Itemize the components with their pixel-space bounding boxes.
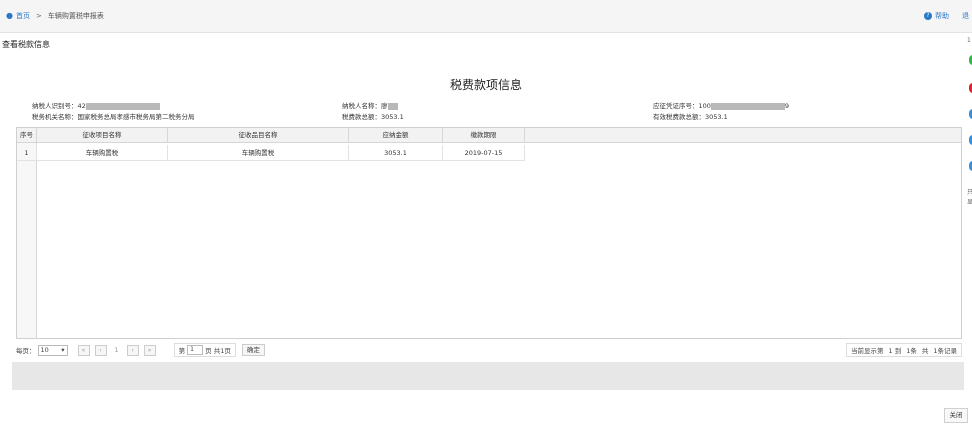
tax-total: 税费款总额：3053.1 bbox=[342, 111, 404, 121]
row-amount: 3053.1 bbox=[349, 145, 443, 161]
breadcrumb-current: 车辆购置税申报表 bbox=[47, 12, 104, 20]
side-char: 1 bbox=[967, 37, 971, 44]
column-header-deadline[interactable]: 缴款期限 bbox=[443, 128, 525, 143]
taxpayer-name-label: 纳税人名称： bbox=[342, 102, 381, 110]
top-bar: ● 首页 > 车辆购置税申报表 ? 帮助 退 bbox=[0, 0, 972, 33]
next-page-button[interactable]: › bbox=[126, 344, 139, 356]
pagination-bar: 每页： 10 ▾ « ‹ 1 › » 第 1 页 共1页 确定 当前显示第 1 … bbox=[16, 340, 962, 360]
voucher-no-suffix: 9 bbox=[784, 102, 790, 110]
page-prefix: 第 bbox=[178, 347, 186, 355]
tax-office-label: 税务机关名称： bbox=[32, 113, 78, 121]
tax-items-table: 序号 征收项目名称 征收品目名称 应纳金额 缴款期限 1 车辆购置税 车辆购置税… bbox=[16, 127, 962, 339]
first-page-button[interactable]: « bbox=[77, 344, 90, 356]
current-page-number[interactable]: 1 bbox=[115, 346, 119, 354]
voucher-no-prefix: 100 bbox=[698, 102, 711, 110]
tax-total-label: 税费款总额： bbox=[342, 113, 381, 121]
tax-total-value: 3053.1 bbox=[381, 113, 404, 121]
breadcrumb-home-link[interactable]: 首页 bbox=[16, 11, 30, 21]
side-char: 显 bbox=[967, 199, 972, 206]
last-page-button[interactable]: » bbox=[143, 344, 156, 356]
total-records: 1条记录 bbox=[933, 347, 957, 355]
column-header-item[interactable]: 征收项目名称 bbox=[37, 128, 168, 143]
help-icon: ? bbox=[924, 12, 932, 20]
table-header: 序号 征收项目名称 征收品目名称 应纳金额 缴款期限 bbox=[17, 128, 961, 143]
breadcrumb-separator: > bbox=[36, 12, 42, 20]
location-pin-icon: ● bbox=[6, 11, 13, 20]
row-deadline: 2019-07-15 bbox=[443, 145, 525, 161]
row-no: 1 bbox=[17, 145, 37, 161]
valid-total: 有效税费款总额：3053.1 bbox=[653, 111, 728, 121]
taxpayer-id-value: 42 bbox=[77, 102, 86, 110]
range-to: 1条 bbox=[906, 347, 917, 355]
section-title: 查看税款信息 bbox=[2, 40, 50, 49]
valid-total-label: 有效税费款总额： bbox=[653, 113, 705, 121]
column-header-subitem[interactable]: 征收品目名称 bbox=[168, 128, 349, 143]
range-label: 当前显示第 bbox=[851, 347, 884, 355]
chevron-down-icon: ▾ bbox=[61, 346, 65, 354]
redaction-mask bbox=[85, 102, 160, 110]
row-item: 车辆购置税 bbox=[37, 145, 168, 161]
taxpayer-id: 纳税人识别号：42 bbox=[32, 100, 160, 110]
table-row[interactable]: 1 车辆购置税 车辆购置税 3053.1 2019-07-15 bbox=[17, 145, 961, 161]
help-label: 帮助 bbox=[935, 12, 949, 20]
total-label: 共 bbox=[921, 347, 929, 355]
panel-title: 税费款项信息 bbox=[449, 78, 522, 92]
close-button[interactable]: 关闭 bbox=[944, 408, 968, 423]
page-jump-group: 第 1 页 共1页 bbox=[173, 343, 236, 357]
prev-page-button[interactable]: ‹ bbox=[94, 344, 107, 356]
side-char: 只 bbox=[967, 189, 972, 196]
voucher-no-label: 应征凭证序号： bbox=[653, 102, 699, 110]
per-page-label: 每页： bbox=[16, 347, 36, 355]
tax-office-value: 国家税务总局孝感市税务局第二税务分局 bbox=[77, 113, 195, 121]
taxpayer-id-label: 纳税人识别号： bbox=[32, 102, 78, 110]
range-from: 1 到 bbox=[888, 347, 902, 355]
edge-label[interactable]: 退 bbox=[962, 11, 969, 21]
help-link[interactable]: ? 帮助 bbox=[924, 11, 949, 21]
per-page-value: 10 bbox=[40, 346, 49, 354]
row-number-column bbox=[17, 143, 37, 338]
row-subitem: 车辆购置税 bbox=[168, 145, 349, 161]
per-page-select[interactable]: 10 ▾ bbox=[37, 344, 68, 356]
page-input[interactable]: 1 bbox=[187, 345, 204, 355]
breadcrumb: ● 首页 > 车辆购置税申报表 bbox=[6, 11, 104, 21]
taxpayer-name: 纳税人名称：廖 bbox=[342, 100, 398, 110]
footer-band bbox=[12, 362, 964, 390]
record-range-info: 当前显示第 1 到 1条 共 1条记录 bbox=[846, 343, 962, 357]
column-header-amount[interactable]: 应纳金额 bbox=[349, 128, 443, 143]
tax-office: 税务机关名称：国家税务总局孝感市税务局第二税务分局 bbox=[32, 111, 195, 121]
page-suffix: 页 共1页 bbox=[205, 347, 231, 355]
redaction-mask bbox=[387, 102, 398, 110]
redaction-mask bbox=[710, 102, 785, 110]
voucher-no: 应征凭证序号：100 9 bbox=[653, 100, 789, 110]
confirm-page-button[interactable]: 确定 bbox=[241, 344, 265, 356]
valid-total-value: 3053.1 bbox=[705, 113, 728, 121]
column-header-no[interactable]: 序号 bbox=[17, 128, 37, 143]
